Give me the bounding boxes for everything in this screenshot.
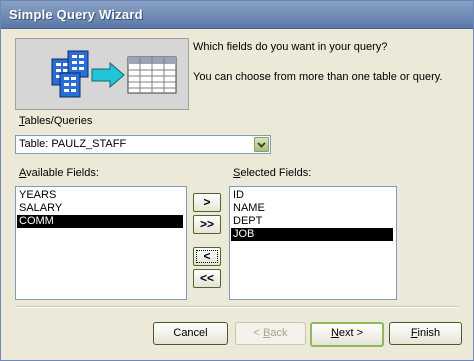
title-bar[interactable]: Simple Query Wizard: [1, 1, 473, 29]
finish-button[interactable]: Finish: [389, 322, 462, 345]
tables-to-grid-illustration: [15, 38, 189, 110]
footer-divider: [15, 306, 459, 308]
remove-field-button[interactable]: <: [193, 247, 221, 266]
selected-field-item[interactable]: JOB: [231, 228, 393, 241]
window-title: Simple Query Wizard: [9, 7, 143, 22]
remove-all-fields-button[interactable]: <<: [193, 269, 221, 288]
add-all-fields-button[interactable]: >>: [193, 215, 221, 234]
back-button[interactable]: < Back: [235, 322, 306, 345]
info-text: You can choose from more than one table …: [193, 71, 443, 83]
add-field-button[interactable]: >: [193, 193, 221, 212]
selected-field-item[interactable]: DEPT: [231, 215, 393, 228]
selected-field-item[interactable]: NAME: [231, 202, 393, 215]
question-text: Which fields do you want in your query?: [193, 41, 388, 53]
selected-fields-label: Selected Fields:: [233, 167, 312, 179]
selected-fields-listbox[interactable]: ID NAME DEPT JOB: [229, 186, 397, 300]
tables-queries-label: Tables/Queries: [19, 115, 93, 127]
available-fields-label: Available Fields:: [19, 167, 99, 179]
dropdown-arrow-icon[interactable]: [254, 137, 269, 152]
tables-queries-value: Table: PAULZ_STAFF: [19, 138, 127, 150]
available-fields-listbox[interactable]: YEARS SALARY COMM: [15, 186, 187, 300]
next-button[interactable]: Next >: [310, 322, 384, 347]
cancel-button[interactable]: Cancel: [153, 322, 228, 345]
tables-queries-combobox[interactable]: Table: PAULZ_STAFF: [15, 135, 271, 154]
selected-field-item[interactable]: ID: [231, 189, 393, 202]
available-field-item[interactable]: COMM: [17, 215, 183, 228]
wizard-body: Which fields do you want in your query? …: [5, 31, 469, 356]
wizard-window: Simple Query Wizard Which fields do you …: [0, 0, 474, 361]
available-field-item[interactable]: YEARS: [17, 189, 183, 202]
available-field-item[interactable]: SALARY: [17, 202, 183, 215]
